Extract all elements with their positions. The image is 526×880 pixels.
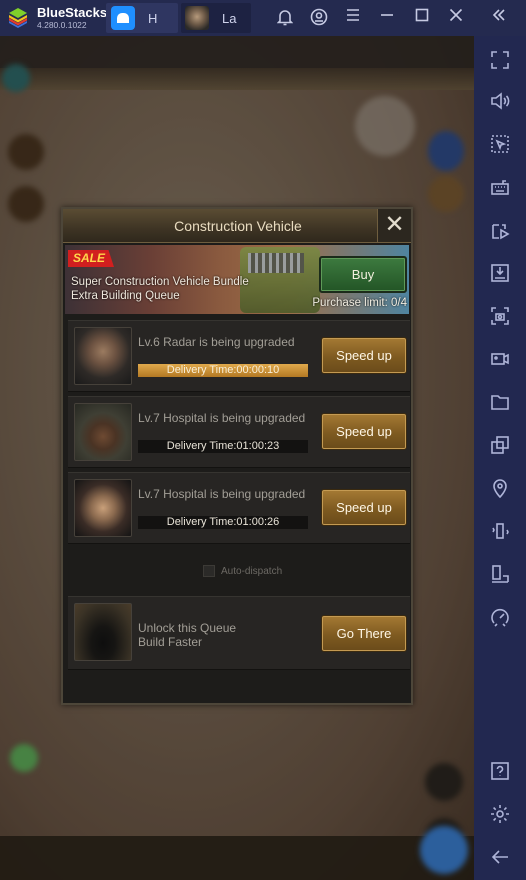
truck-image [240,247,320,313]
queue-title: Lv.7 Hospital is being upgraded [138,487,306,501]
media-manager-icon[interactable] [488,218,512,242]
builder-avatar [74,327,132,385]
keyboard-icon[interactable] [488,175,512,199]
bluestacks-logo-icon [9,8,27,28]
help-icon[interactable] [488,759,512,783]
performance-icon[interactable] [488,605,512,629]
fullscreen-icon[interactable] [488,48,512,72]
speed-up-button[interactable]: Speed up [321,489,407,526]
delivery-timer: Delivery Time:00:00:10 [138,364,308,377]
location-icon[interactable] [488,476,512,500]
delivery-timer: Delivery Time:01:00:26 [138,516,308,529]
account-icon[interactable] [309,8,329,28]
unlock-subtitle: Build Faster [138,635,203,649]
close-icon[interactable] [446,8,466,28]
app-version: 4.280.0.1022 [37,20,87,30]
buy-button[interactable]: Buy [319,256,407,293]
go-there-button[interactable]: Go There [321,615,407,652]
builder-avatar [74,403,132,461]
bluestacks-sidebar [474,36,526,880]
locked-queue-row: Unlock this Queue Build Faster Go There [68,596,410,670]
record-video-icon[interactable] [488,347,512,371]
locked-avatar-silhouette [74,603,132,661]
tab-label: La [222,10,237,26]
collapse-sidebar-icon[interactable] [489,8,509,28]
delivery-timer: Delivery Time:01:00:23 [138,440,308,453]
speed-up-button[interactable]: Speed up [321,413,407,450]
sale-banner: SALE Super Construction Vehicle Bundle E… [65,245,409,314]
back-icon[interactable] [488,845,512,869]
screenshot-icon[interactable] [488,304,512,328]
settings-icon[interactable] [488,802,512,826]
queue-title: Lv.6 Radar is being upgraded [138,335,295,349]
shake-icon[interactable] [488,519,512,543]
queue-row: Lv.6 Radar is being upgraded Delivery Ti… [68,320,410,392]
bell-icon[interactable] [275,8,295,28]
rotate-icon[interactable] [488,562,512,586]
unlock-title: Unlock this Queue [138,621,237,635]
speed-up-button[interactable]: Speed up [321,337,407,374]
dialog-header: Construction Vehicle [63,209,377,243]
home-icon [111,6,135,30]
tab-label: H [148,10,158,26]
bundle-name: Super Construction Vehicle Bundle [71,276,249,288]
bundle-desc: Extra Building Queue [71,290,180,302]
multi-instance-icon[interactable] [488,433,512,457]
tab-game[interactable]: La [181,3,251,33]
auto-dispatch-label: Auto-dispatch [221,565,283,577]
queue-row: Lv.7 Hospital is being upgraded Delivery… [68,472,410,544]
maximize-icon[interactable] [412,8,432,28]
menu-icon[interactable] [343,8,363,28]
auto-dispatch-checkbox[interactable] [203,565,215,577]
purchase-limit: Purchase limit: 0/4 [312,297,407,309]
volume-icon[interactable] [488,89,512,113]
dialog-title: Construction Vehicle [174,218,302,234]
auto-dispatch-toggle[interactable]: Auto-dispatch [203,565,282,577]
queue-row: Lv.7 Hospital is being upgraded Delivery… [68,396,410,468]
minimize-icon[interactable] [377,8,397,28]
app-name: BlueStacks [37,5,108,20]
folder-icon[interactable] [488,390,512,414]
game-avatar-icon [185,6,209,30]
construction-vehicle-dialog: Construction Vehicle ✕ SALE Super Constr… [61,207,413,705]
builder-avatar [74,479,132,537]
queue-title: Lv.7 Hospital is being upgraded [138,411,306,425]
install-apk-icon[interactable] [488,261,512,285]
select-pointer-icon[interactable] [488,132,512,156]
sale-badge: SALE [68,250,114,267]
dialog-close-button[interactable]: ✕ [377,209,411,243]
title-bar: BlueStacks 4.280.0.1022 H La [0,0,526,36]
tab-home[interactable]: H [106,3,178,33]
